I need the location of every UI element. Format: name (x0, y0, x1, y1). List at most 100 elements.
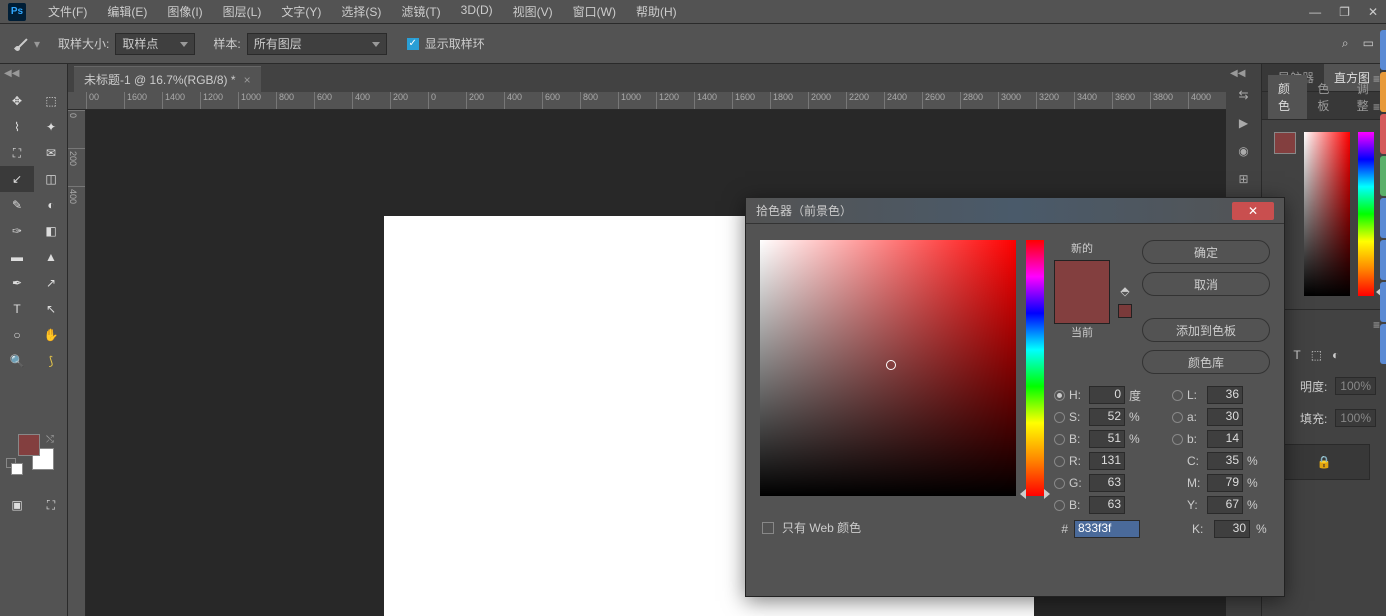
lock-button[interactable]: 🔒 (1278, 444, 1370, 480)
move-tool[interactable]: ✥ (0, 88, 34, 114)
show-ring-checkbox[interactable] (407, 38, 419, 50)
eyedropper-icon[interactable] (12, 34, 32, 54)
menu-item[interactable]: 帮助(H) (626, 3, 687, 20)
document-tab[interactable]: 未标题-1 @ 16.7%(RGB/8) * × (74, 66, 261, 92)
collapse-left-icon[interactable]: ◀◀ (1230, 68, 1245, 79)
field-input-S[interactable]: 52 (1089, 408, 1125, 426)
swap-colors-icon[interactable]: ⤭ (46, 434, 54, 445)
collapse-icon[interactable]: ◀◀ (4, 68, 19, 79)
ok-button[interactable]: 确定 (1142, 240, 1270, 264)
blur-tool[interactable]: ▲ (34, 244, 68, 270)
dialog-titlebar[interactable]: 拾色器（前景色） ✕ (746, 198, 1284, 224)
color-panel-swatch[interactable] (1274, 132, 1296, 154)
gamut-color-swatch[interactable] (1118, 304, 1132, 318)
field-input-Y[interactable]: 67 (1207, 496, 1243, 514)
edge-tab[interactable] (1380, 72, 1386, 112)
radio-H[interactable] (1054, 390, 1065, 401)
quickmask-tool[interactable]: ▣ (0, 492, 34, 518)
cancel-button[interactable]: 取消 (1142, 272, 1270, 296)
radio-G[interactable] (1054, 478, 1065, 489)
default-colors-icon[interactable] (6, 458, 16, 468)
hue-slider[interactable] (1026, 240, 1044, 496)
close-icon[interactable]: ✕ (1368, 5, 1378, 19)
path-tool[interactable]: ↗ (34, 270, 68, 296)
tab-color[interactable]: 颜色 (1268, 75, 1307, 119)
marquee-tool[interactable]: ⬚ (34, 88, 68, 114)
heal-tool[interactable]: ◐ (34, 192, 68, 218)
gradient-tool[interactable]: ▬ (0, 244, 34, 270)
pen-tool[interactable]: ✒ (0, 270, 34, 296)
field-input-b[interactable]: 14 (1207, 430, 1243, 448)
menu-item[interactable]: 图像(I) (157, 3, 212, 20)
color-libraries-button[interactable]: 颜色库 (1142, 350, 1270, 374)
menu-item[interactable]: 文字(Y) (271, 3, 331, 20)
fill-input[interactable]: 100% (1335, 409, 1376, 427)
web-only-checkbox[interactable] (762, 522, 774, 534)
radio-R[interactable] (1054, 456, 1065, 467)
radio-S[interactable] (1054, 412, 1065, 423)
opacity-input[interactable]: 100% (1335, 377, 1376, 395)
edge-tab[interactable] (1380, 198, 1386, 238)
shape-tool[interactable]: ○ (0, 322, 34, 348)
eraser-tool[interactable]: ◧ (34, 218, 68, 244)
field-input-M[interactable]: 79 (1207, 474, 1243, 492)
color-panel-hue[interactable] (1358, 132, 1374, 296)
panel-icon-3[interactable]: ◉ (1238, 144, 1248, 158)
k-input[interactable]: 30 (1214, 520, 1250, 538)
menu-item[interactable]: 编辑(E) (97, 3, 157, 20)
gamut-warning-icon[interactable]: ⬘ (1118, 284, 1132, 298)
hand-tool[interactable]: ✋ (34, 322, 68, 348)
panel-menu-icon[interactable]: ≡ (1373, 318, 1380, 332)
panel-icon-2[interactable]: ▶ (1239, 116, 1248, 130)
edge-tab[interactable] (1380, 156, 1386, 196)
field-input-Bv[interactable]: 51 (1089, 430, 1125, 448)
banana-tool[interactable]: ⟆ (34, 348, 68, 374)
close-tab-icon[interactable]: × (244, 73, 251, 87)
field-input-C[interactable]: 35 (1207, 452, 1243, 470)
field-input-R[interactable]: 131 (1089, 452, 1125, 470)
wand-tool[interactable]: ✦ (34, 114, 68, 140)
radio-b[interactable] (1172, 434, 1183, 445)
radio-L[interactable] (1172, 390, 1183, 401)
tab-swatches[interactable]: 色板 (1307, 75, 1346, 119)
edge-tab[interactable] (1380, 324, 1386, 364)
chevron-down-icon[interactable]: ▾ (34, 37, 40, 51)
filter-icon[interactable]: ⬚ (1311, 348, 1322, 362)
slice-tool[interactable]: ✉ (34, 140, 68, 166)
edge-tab[interactable] (1380, 30, 1386, 70)
menu-item[interactable]: 滤镜(T) (391, 3, 450, 20)
color-panel-field[interactable] (1304, 132, 1350, 296)
sample-layer-select[interactable]: 所有图层 (247, 33, 387, 55)
panel-icon-1[interactable]: ⇆ (1238, 88, 1248, 102)
ruler-tool[interactable]: ◫ (34, 166, 68, 192)
saturation-brightness-field[interactable] (760, 240, 1016, 496)
panel-icon-4[interactable]: ⊞ (1238, 172, 1248, 186)
new-current-preview[interactable] (1054, 260, 1110, 324)
field-input-H[interactable]: 0 (1089, 386, 1125, 404)
sample-size-select[interactable]: 取样点 (115, 33, 195, 55)
screenmode-tool[interactable]: ⛶ (34, 492, 68, 518)
crop-tool[interactable]: ⛶ (0, 140, 34, 166)
menu-item[interactable]: 文件(F) (38, 3, 97, 20)
dialog-close-button[interactable]: ✕ (1232, 202, 1274, 220)
field-input-G[interactable]: 63 (1089, 474, 1125, 492)
minimize-icon[interactable]: — (1309, 5, 1321, 19)
direct-select-tool[interactable]: ↖ (34, 296, 68, 322)
edge-tab[interactable] (1380, 114, 1386, 154)
radio-Bv[interactable] (1054, 434, 1065, 445)
field-input-a[interactable]: 30 (1207, 408, 1243, 426)
menu-item[interactable]: 窗口(W) (563, 3, 626, 20)
menu-item[interactable]: 视图(V) (503, 3, 563, 20)
radio-Bb[interactable] (1054, 500, 1065, 511)
filter-icon[interactable]: ◐ (1332, 348, 1339, 362)
foreground-swatch[interactable] (18, 434, 40, 456)
filter-icon[interactable]: T (1293, 348, 1300, 362)
clone-tool[interactable]: ✑ (0, 218, 34, 244)
brush-tool[interactable]: ✎ (0, 192, 34, 218)
field-input-Bb[interactable]: 63 (1089, 496, 1125, 514)
hex-input[interactable]: 833f3f (1074, 520, 1140, 538)
radio-a[interactable] (1172, 412, 1183, 423)
field-input-L[interactable]: 36 (1207, 386, 1243, 404)
edge-tab[interactable] (1380, 282, 1386, 322)
menu-item[interactable]: 图层(L) (213, 3, 272, 20)
